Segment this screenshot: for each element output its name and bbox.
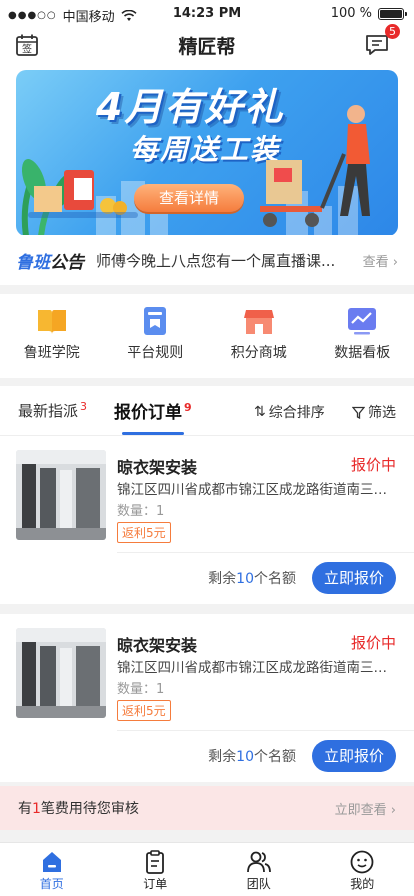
more-label: 查看 xyxy=(362,254,389,270)
tab-label: 团队 xyxy=(246,877,271,891)
card-divider xyxy=(117,552,414,553)
remain-prefix: 剩余 xyxy=(208,571,237,587)
view-details-button[interactable]: 查看详情 xyxy=(134,184,244,212)
tab-count: 9 xyxy=(184,401,192,415)
announcement-logo: 鲁班公告 xyxy=(16,248,84,273)
message-button[interactable]: 5 xyxy=(364,24,400,58)
remaining-slots: 剩余10个名额 xyxy=(208,568,296,588)
order-status: 报价中 xyxy=(350,634,396,652)
rules-icon xyxy=(144,307,167,335)
remain-count: 10 xyxy=(236,571,254,587)
profile-icon xyxy=(350,850,374,874)
chevron-right-icon: › xyxy=(392,254,398,270)
card-divider xyxy=(117,730,414,731)
book-icon xyxy=(37,310,66,334)
sort-label: 综合排序 xyxy=(268,405,325,421)
order-card[interactable]: 晾衣架安装 报价中 锦江区四川省成都市锦江区成龙路街道南三环... 数量：1 返… xyxy=(0,614,414,782)
order-address: 锦江区四川省成都市锦江区成龙路街道南三环... xyxy=(117,482,396,498)
quick-link-label: 积分商城 xyxy=(230,345,287,361)
tab-home[interactable]: 首页 xyxy=(0,843,104,896)
remain-count: 10 xyxy=(236,749,254,765)
tab-count: 3 xyxy=(80,400,88,413)
order-photo xyxy=(16,450,106,540)
status-bar: ●●●○○ 中国移动 14:23 PM 100 % xyxy=(0,0,414,28)
remain-suffix: 个名额 xyxy=(254,749,296,765)
order-quantity: 数量：1 xyxy=(117,504,165,519)
remain-prefix: 剩余 xyxy=(208,749,237,765)
quick-link-dashboard[interactable]: 数据看板 xyxy=(311,294,414,378)
fee-prefix: 有 xyxy=(18,801,32,817)
quick-link-store[interactable]: 积分商城 xyxy=(207,294,311,378)
home-icon xyxy=(42,852,61,872)
tab-team[interactable]: 团队 xyxy=(207,843,311,896)
tab-label: 报价订单 xyxy=(114,403,182,423)
quick-link-academy[interactable]: 鲁班学院 xyxy=(0,294,104,378)
view-now-link[interactable]: 立即查看 › xyxy=(335,799,396,818)
announcement-more-link[interactable]: 查看 › xyxy=(363,251,398,270)
view-now-label: 立即查看 xyxy=(334,802,387,818)
page-title: 精匠帮 xyxy=(178,36,236,58)
quick-link-label: 平台规则 xyxy=(127,345,184,361)
fee-count: 1 xyxy=(32,801,41,817)
order-photo xyxy=(16,628,106,718)
nav-bar: 签 精匠帮 5 xyxy=(0,24,414,62)
bottom-tab-bar: 首页 订单 团队 我的 xyxy=(0,842,414,896)
remaining-slots: 剩余10个名额 xyxy=(208,746,296,766)
battery-percent: 100 % xyxy=(330,6,372,21)
message-badge: 5 xyxy=(385,24,400,39)
store-icon xyxy=(243,310,274,334)
order-icon xyxy=(146,850,165,874)
fee-suffix: 笔费用待您审核 xyxy=(40,801,139,817)
delivery-worker-graphic xyxy=(260,105,370,227)
quick-link-label: 鲁班学院 xyxy=(23,345,80,361)
quote-now-button[interactable]: 立即报价 xyxy=(312,562,396,594)
tab-label: 我的 xyxy=(350,877,375,891)
orders-section: 最新指派 3 报价订单 9 ⇅ 综合排序 筛选 晾衣架安装 报价中 锦江区四川省成都市… xyxy=(0,386,414,782)
order-name: 晾衣架安装 xyxy=(117,458,198,477)
announcement-text: 师傅今晚上八点您有一个属直播课... xyxy=(96,251,336,270)
tab-profile[interactable]: 我的 xyxy=(311,843,414,896)
tab-orders[interactable]: 订单 xyxy=(104,843,208,896)
filter-button[interactable]: 筛选 xyxy=(352,402,396,422)
quote-now-button[interactable]: 立即报价 xyxy=(312,740,396,772)
tab-latest-assigned[interactable]: 最新指派 3 xyxy=(18,400,87,421)
logo-part-brand: 鲁班 xyxy=(16,252,50,273)
order-card[interactable]: 晾衣架安装 报价中 锦江区四川省成都市锦江区成龙路街道南三环... 数量：1 返… xyxy=(0,436,414,604)
section-divider xyxy=(0,604,414,614)
sort-icon: ⇅ xyxy=(254,404,266,420)
order-status: 报价中 xyxy=(350,456,396,474)
quick-link-rules[interactable]: 平台规则 xyxy=(104,294,208,378)
tab-label: 首页 xyxy=(39,877,64,891)
pending-fee-bar[interactable]: 有1笔费用待您审核 立即查看 › xyxy=(0,786,414,830)
pending-fee-text: 有1笔费用待您审核 xyxy=(18,798,335,818)
sort-button[interactable]: ⇅ 综合排序 xyxy=(254,402,325,422)
chevron-right-icon: › xyxy=(390,802,396,818)
chart-board-icon xyxy=(348,308,377,335)
rebate-badge: 返利5元 xyxy=(117,522,171,543)
battery-icon xyxy=(378,7,407,20)
order-quantity: 数量：1 xyxy=(117,682,165,697)
tab-label: 最新指派 xyxy=(18,402,79,420)
order-name: 晾衣架安装 xyxy=(117,636,198,655)
logo-part-notice: 公告 xyxy=(50,252,84,273)
team-icon xyxy=(246,851,271,873)
order-tabs: 最新指派 3 报价订单 9 ⇅ 综合排序 筛选 xyxy=(0,386,414,436)
order-address: 锦江区四川省成都市锦江区成龙路街道南三环... xyxy=(117,660,396,676)
tab-quote-orders[interactable]: 报价订单 9 xyxy=(114,398,192,435)
remain-suffix: 个名额 xyxy=(254,571,296,587)
filter-label: 筛选 xyxy=(368,405,396,421)
quick-links: 鲁班学院 平台规则 积分商城 数据看板 xyxy=(0,294,414,378)
promo-banner[interactable]: 4月有好礼 每周送工装 查看详情 xyxy=(16,70,398,236)
quick-link-label: 数据看板 xyxy=(334,345,391,361)
rebate-badge: 返利5元 xyxy=(117,700,171,721)
filter-icon xyxy=(352,406,365,419)
announcement-bar[interactable]: 鲁班公告 师傅今晚上八点您有一个属直播课... 查看 › xyxy=(0,235,414,285)
tab-label: 订单 xyxy=(143,877,168,891)
